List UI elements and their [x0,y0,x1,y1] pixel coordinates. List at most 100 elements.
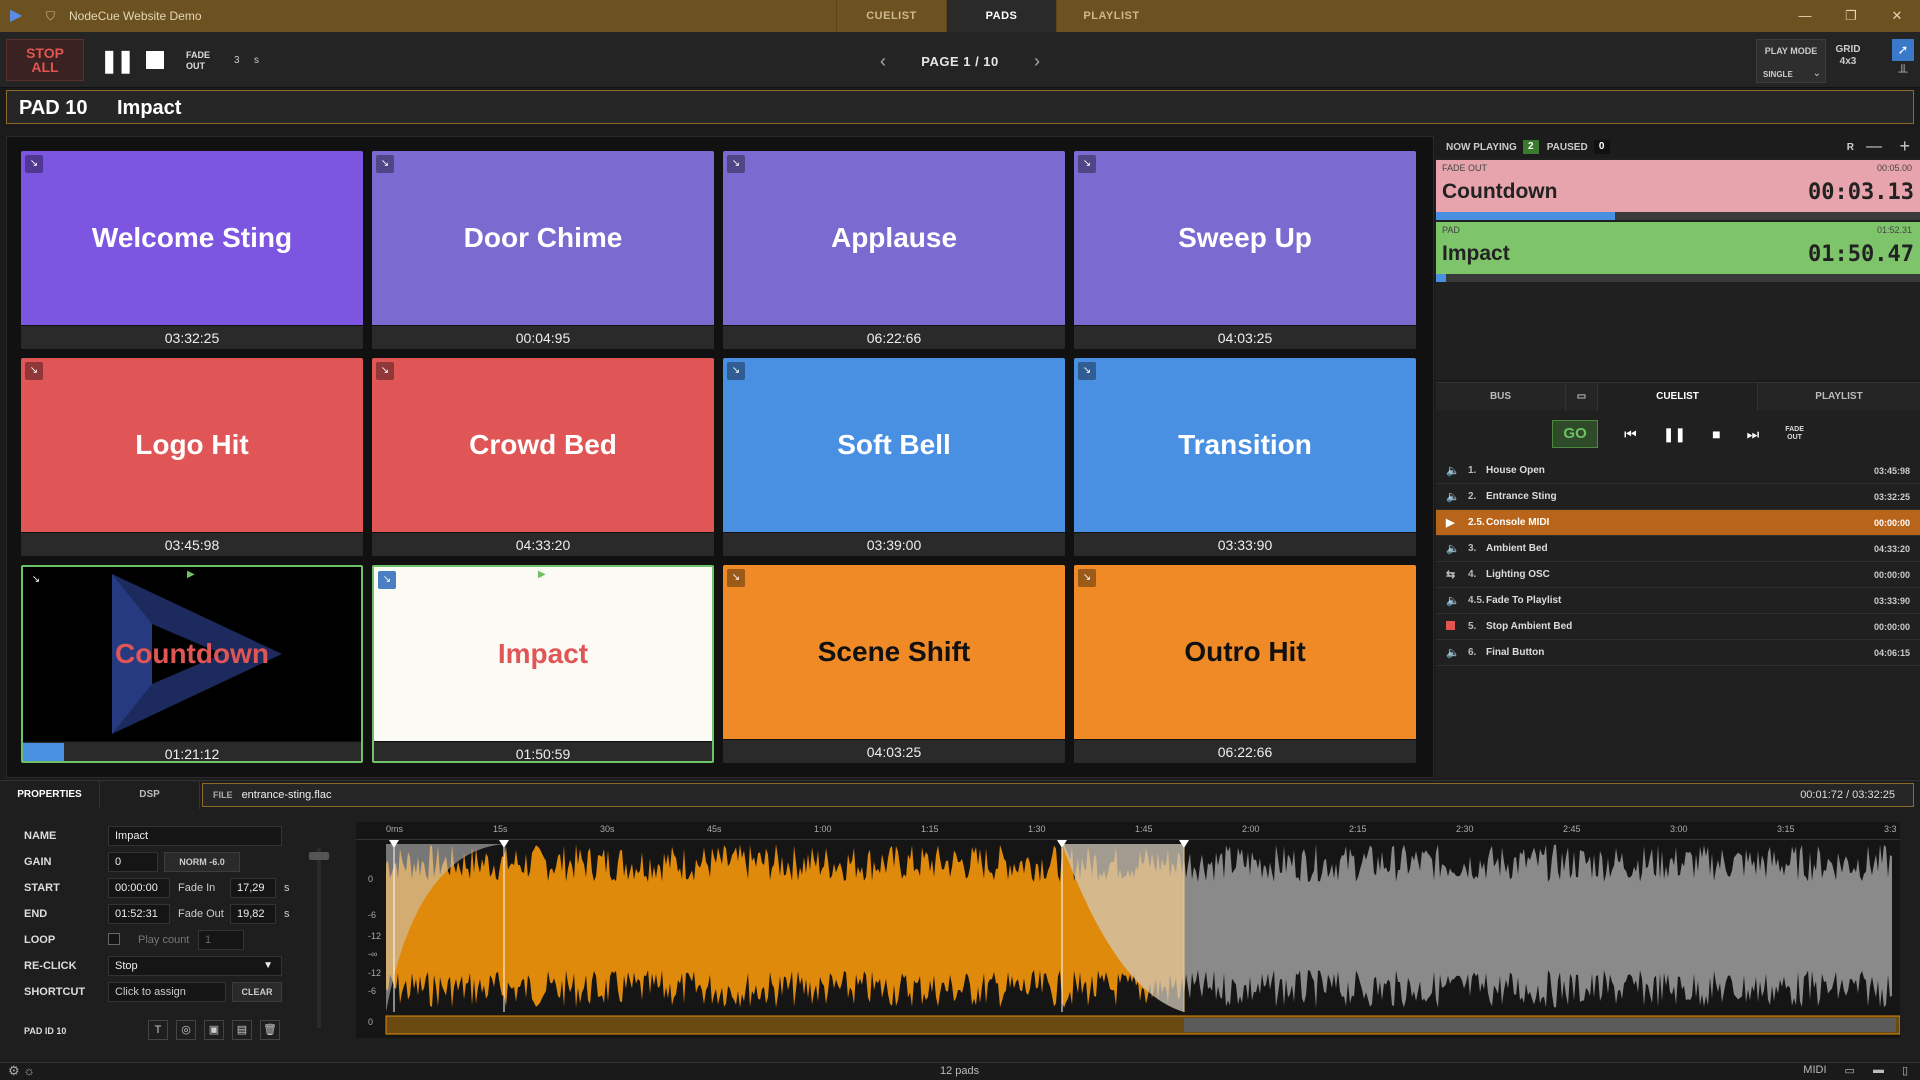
pad-edit-icon[interactable]: ↘ [1078,569,1096,587]
midi-label[interactable]: MIDI [1803,1064,1826,1077]
tab-playlist-panel[interactable]: PLAYLIST [1758,383,1920,411]
fade-in-input[interactable]: 17,29 [230,878,276,898]
cue-name: Stop Ambient Bed [1486,621,1573,632]
loop-checkbox[interactable] [108,933,120,945]
text-icon[interactable]: T [148,1020,168,1040]
db-label: -12 [368,967,382,978]
cue-row[interactable]: 🔈 4.5. Fade To Playlist 03:33:90 [1436,588,1920,614]
minus-icon[interactable]: — [1866,138,1882,156]
end-input[interactable]: 01:52:31 [108,904,170,924]
stop-icon[interactable] [146,51,164,69]
pad-outro-hit[interactable]: Outro Hit ↘ 06:22:66 [1074,565,1416,763]
restore-icon[interactable]: ❐ [1828,0,1874,32]
pad-countdown[interactable]: Countdown ↘ ▶ 01:21:12 [21,565,363,763]
pad-logo-hit[interactable]: Logo Hit ↘ 03:45:98 [21,358,363,556]
cue-row[interactable]: 🔈 2. Entrance Sting 03:32:25 [1436,484,1920,510]
tab-dsp[interactable]: DSP [100,781,200,809]
pad-welcome-sting[interactable]: Welcome Sting ↘ 03:32:25 [21,151,363,349]
close-icon[interactable]: ✕ [1874,0,1920,32]
pad-edit-icon[interactable]: ↘ [378,571,396,589]
pad-edit-icon[interactable]: ↘ [1078,362,1096,380]
stop-icon[interactable]: ■ [1712,426,1720,442]
palette-icon[interactable]: ◎ [176,1020,196,1040]
pad-edit-icon[interactable]: ↘ [25,155,43,173]
pad-edit-icon[interactable]: ↘ [27,571,45,589]
volume-slider-thumb[interactable] [309,852,329,860]
pause-all-icon[interactable]: ❚❚ [100,48,135,74]
panel-right-icon[interactable]: ▯ [1902,1064,1908,1077]
tab-cuelist-panel[interactable]: CUELIST [1598,383,1758,411]
screen-icon[interactable]: ▭ [1845,1064,1855,1077]
cue-row[interactable]: ▶ 2.5. Console MIDI 00:00:00 [1436,510,1920,536]
cursor-mode-icon[interactable]: ➚ [1892,39,1914,61]
pad-name: Applause [830,222,958,253]
speaker-icon: 🔈 [1446,647,1460,659]
skip-forward-icon[interactable]: ⏭ [1747,426,1760,443]
pad-impact[interactable]: Impact ↘ ▶ 01:50:59 [372,565,714,763]
pad-crowd-bed[interactable]: Crowd Bed ↘ 04:33:20 [372,358,714,556]
pad-edit-icon[interactable]: ↘ [727,155,745,173]
pad-applause[interactable]: Applause ↘ 06:22:66 [723,151,1065,349]
reset-button[interactable]: R [1847,142,1854,153]
waveform-editor[interactable]: 0ms 15s 30s 45s 1:00 1:15 1:30 1:45 2:00 2:15 2:30… [356,822,1900,1038]
tab-bus[interactable]: BUS [1436,383,1566,411]
tab-pads[interactable]: PADS [946,0,1056,32]
gain-input[interactable]: 0 [108,852,158,872]
fade-out-input[interactable]: 19,82 [230,904,276,924]
trash-icon[interactable]: 🗑 [260,1020,280,1040]
cue-row[interactable]: 5. Stop Ambient Bed 00:00:00 [1436,614,1920,640]
pad-face: Applause [723,151,1065,325]
pad-edit-icon[interactable]: ↘ [727,362,745,380]
tab-cuelist[interactable]: CUELIST [836,0,946,32]
fade-out-button[interactable]: FADE OUT [186,50,210,72]
pad-edit-icon[interactable]: ↘ [376,155,394,173]
shortcut-input[interactable]: Click to assign [108,982,226,1002]
now-playing-item[interactable]: PAD 01:52.31 Impact 01:50.47 [1436,222,1920,282]
panel-bottom-icon[interactable]: ▬ [1873,1064,1884,1077]
cue-row[interactable]: 🔈 6. Final Button 04:06:15 [1436,640,1920,666]
pad-edit-icon[interactable]: ↘ [727,569,745,587]
monitor-icon[interactable]: ▭ [1566,383,1598,411]
pad-edit-icon[interactable]: ↘ [376,362,394,380]
tab-playlist[interactable]: PLAYLIST [1056,0,1166,32]
layout-icon[interactable]: ▤ [232,1020,252,1040]
cue-row[interactable]: 🔈 3. Ambient Bed 04:33:20 [1436,536,1920,562]
volume-slider-track[interactable] [317,848,321,1028]
grid-size-button[interactable]: GRID 4x3 [1828,44,1868,68]
pad-name: Impact [497,638,589,669]
pad-edit-icon[interactable]: ↘ [1078,155,1096,173]
name-input[interactable]: Impact [108,826,282,846]
pad-transition[interactable]: Transition ↘ 03:33:90 [1074,358,1416,556]
play-count-input[interactable]: 1 [198,930,244,950]
pad-sweep-up[interactable]: Sweep Up ↘ 04:03:25 [1074,151,1416,349]
reclick-select[interactable]: Stop ▼ [108,956,282,976]
image-icon[interactable]: ▣ [204,1020,224,1040]
go-button[interactable]: GO [1552,420,1599,448]
play-mode-select[interactable]: PLAY MODE SINGLE ⌄ [1756,39,1826,83]
minimize-icon[interactable]: — [1782,0,1828,32]
tab-properties[interactable]: PROPERTIES [0,781,100,809]
pad-door-chime[interactable]: Door Chime ↘ 00:04:95 [372,151,714,349]
clear-shortcut-button[interactable]: CLEAR [232,982,282,1002]
pad-duration: 04:33:20 [372,532,714,556]
fade-duration-value[interactable]: 3 [234,55,240,66]
pad-scene-shift[interactable]: Scene Shift ↘ 04:03:25 [723,565,1065,763]
stop-all-button[interactable]: STOP ALL [6,39,84,81]
pad-soft-bell[interactable]: Soft Bell ↘ 03:39:00 [723,358,1065,556]
cue-row[interactable]: 🔈 1. House Open 03:45:98 [1436,458,1920,484]
pad-edit-icon[interactable]: ↘ [25,362,43,380]
pad-face: Countdown [23,567,361,741]
start-input[interactable]: 00:00:00 [108,878,170,898]
fade-out-cue-button[interactable]: FADE OUT [1785,426,1804,442]
np-status: FADE OUT [1442,163,1488,173]
pause-icon[interactable]: ❚❚ [1663,426,1686,443]
chevron-left-icon[interactable]: ‹ [880,51,886,72]
chevron-right-icon[interactable]: › [1034,51,1040,72]
skip-back-icon[interactable]: ⏮ [1624,426,1637,443]
cue-row[interactable]: ⇆ 4. Lighting OSC 00:00:00 [1436,562,1920,588]
plus-icon[interactable]: + [1899,136,1910,157]
now-playing-item[interactable]: FADE OUT 00:05.00 Countdown 00:03.13 [1436,160,1920,220]
settings-icon[interactable]: ⚙ ☼ [8,1063,35,1079]
mixer-icon[interactable]: ╨ [1892,64,1914,84]
normalize-button[interactable]: NORM -6.0 [164,852,240,872]
